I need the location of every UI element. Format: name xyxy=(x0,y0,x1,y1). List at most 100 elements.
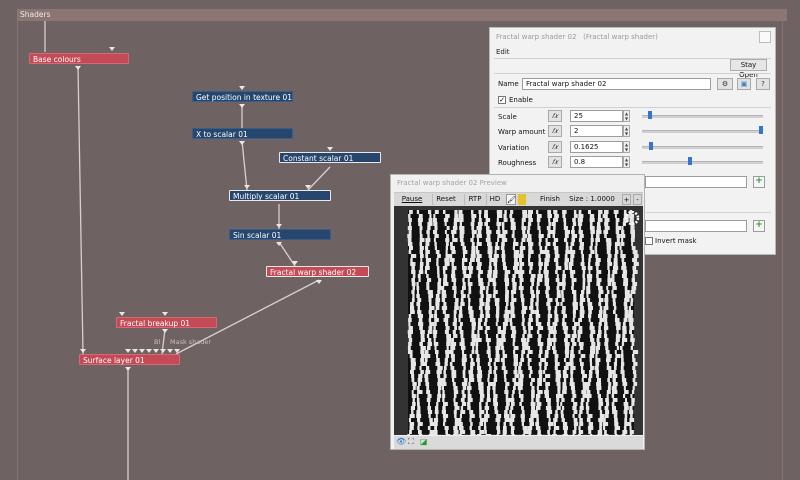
rtp-button[interactable]: RTP xyxy=(464,194,485,205)
input-port[interactable] xyxy=(80,349,86,353)
divider xyxy=(494,73,771,74)
input-port[interactable] xyxy=(162,312,168,316)
pin-icon[interactable] xyxy=(518,194,526,205)
node-sin-scalar[interactable]: Sin scalar 01 xyxy=(229,229,331,240)
param-label: Scale xyxy=(498,113,517,121)
enable-checkbox[interactable]: ✓ xyxy=(498,96,506,104)
focus-icon[interactable]: ⛶ xyxy=(408,437,414,447)
node-fractal-warp[interactable]: Fractal warp shader 02 xyxy=(266,266,369,277)
node-get-position[interactable]: Get position in texture 01 xyxy=(192,91,293,102)
gear-icon[interactable]: ⚙ xyxy=(717,78,733,90)
node-x-to-scalar[interactable]: X to scalar 01 xyxy=(192,128,293,139)
menu-edit[interactable]: Edit xyxy=(490,46,775,58)
param-slider-track[interactable] xyxy=(642,146,763,149)
param-variation-field[interactable]: 0.1625 xyxy=(570,141,623,153)
input-port[interactable] xyxy=(109,47,115,51)
input-port[interactable] xyxy=(125,349,131,353)
param-warp-amount-field[interactable]: 2 xyxy=(570,125,623,137)
param-label: Warp amount xyxy=(498,128,546,136)
node-surface-layer[interactable]: Surface layer 01 xyxy=(79,354,180,365)
brush-icon[interactable]: 🖌 xyxy=(506,194,516,205)
mask-shader-field[interactable] xyxy=(645,220,747,232)
input-port[interactable] xyxy=(174,349,180,353)
param-slider-track[interactable] xyxy=(642,115,763,118)
invert-mask-checkbox[interactable] xyxy=(645,237,653,245)
input-port[interactable] xyxy=(239,86,245,90)
spin-button[interactable]: ▲ ▼ xyxy=(623,110,630,122)
function-icon[interactable]: 𝑓𝑥 xyxy=(548,110,562,122)
help-icon[interactable]: ? xyxy=(756,78,770,90)
input-port[interactable] xyxy=(153,349,159,353)
wire-label-blend: Bl xyxy=(154,338,161,346)
params-title: Fractal warp shader 02 xyxy=(496,33,577,41)
input-port[interactable] xyxy=(167,349,173,353)
add-mask-icon[interactable]: + xyxy=(753,220,765,232)
node-base-colours[interactable]: Base colours xyxy=(29,53,129,64)
input-port[interactable] xyxy=(132,349,138,353)
spin-button[interactable]: ▲ ▼ xyxy=(623,156,630,168)
param-scale-field[interactable]: 25 xyxy=(570,110,623,122)
input-port[interactable] xyxy=(276,224,282,228)
param-slider-thumb[interactable] xyxy=(649,142,653,150)
function-icon[interactable]: 𝑓𝑥 xyxy=(548,156,562,168)
stay-open-button[interactable]: Stay Open xyxy=(730,59,767,79)
preview-area[interactable] xyxy=(394,206,643,438)
node-multiply-scalar[interactable]: Multiply scalar 01 xyxy=(229,190,331,201)
input-port[interactable] xyxy=(239,104,245,108)
preview-status-bar: 👁 ⛶ ◪ xyxy=(394,436,643,449)
input-port[interactable] xyxy=(316,280,322,284)
wire-x-to-multiply xyxy=(241,140,248,191)
node-fractal-breakup[interactable]: Fractal breakup 01 xyxy=(116,317,217,328)
param-slider-track[interactable] xyxy=(642,130,763,133)
camera-icon[interactable]: ◪ xyxy=(420,437,428,446)
param-slider-track[interactable] xyxy=(642,161,763,164)
name-field[interactable]: Fractal warp shader 02 xyxy=(522,78,711,90)
zoom-in-button[interactable]: + xyxy=(622,194,631,205)
enable-label: Enable xyxy=(509,96,533,104)
input-port[interactable] xyxy=(146,349,152,353)
function-icon[interactable]: 𝑓𝑥 xyxy=(548,141,562,153)
invert-mask-label: Invert mask xyxy=(655,237,697,245)
eye-icon[interactable]: 👁 xyxy=(396,437,406,446)
input-port[interactable] xyxy=(244,185,250,189)
input-port[interactable] xyxy=(75,66,81,70)
add-node-icon[interactable]: + xyxy=(753,176,765,188)
preview-window[interactable]: Fractal warp shader 02 Preview Pause Res… xyxy=(390,174,645,450)
input-port[interactable] xyxy=(327,147,333,151)
param-roughness-field[interactable]: 0.8 xyxy=(570,156,623,168)
divider xyxy=(646,212,771,213)
preview-image xyxy=(407,210,640,438)
input-node-field[interactable] xyxy=(645,176,747,188)
input-port[interactable] xyxy=(119,312,125,316)
wire-label-mask-shader: Mask shader xyxy=(170,338,212,346)
spin-button[interactable]: ▲ ▼ xyxy=(623,125,630,137)
name-label: Name xyxy=(498,80,519,88)
spin-button[interactable]: ▲ ▼ xyxy=(623,141,630,153)
pause-button[interactable]: Pause xyxy=(398,194,426,205)
input-port[interactable] xyxy=(239,141,245,145)
divider xyxy=(494,107,771,108)
image-icon[interactable]: ▣ xyxy=(737,78,751,90)
params-subtitle: (Fractal warp shader) xyxy=(583,33,658,41)
input-port[interactable] xyxy=(160,349,166,353)
input-port[interactable] xyxy=(139,349,145,353)
input-port[interactable] xyxy=(125,367,131,371)
zoom-out-button[interactable]: - xyxy=(633,194,642,205)
param-slider-thumb[interactable] xyxy=(759,126,763,134)
input-port[interactable] xyxy=(162,329,168,333)
close-icon[interactable] xyxy=(759,31,771,43)
input-port[interactable] xyxy=(305,185,311,189)
function-icon[interactable]: 𝑓𝑥 xyxy=(548,125,562,137)
preview-toolbar: Pause Reset RTP HD 🖌 Finish Size : 1.000… xyxy=(394,192,643,214)
reset-button[interactable]: Reset xyxy=(432,194,459,205)
param-slider-thumb[interactable] xyxy=(688,157,692,165)
node-constant-scalar[interactable]: Constant scalar 01 xyxy=(279,152,381,163)
param-label: Variation xyxy=(498,144,530,152)
input-port[interactable] xyxy=(276,242,282,246)
wire-base-to-surface xyxy=(77,66,84,355)
size-label: Size : 1.0000 km xyxy=(569,195,615,214)
hd-button[interactable]: HD xyxy=(486,194,503,205)
param-slider-thumb[interactable] xyxy=(648,111,652,119)
input-port[interactable] xyxy=(292,261,298,265)
params-titlebar[interactable]: Fractal warp shader 02 (Fractal warp sha… xyxy=(490,28,775,46)
